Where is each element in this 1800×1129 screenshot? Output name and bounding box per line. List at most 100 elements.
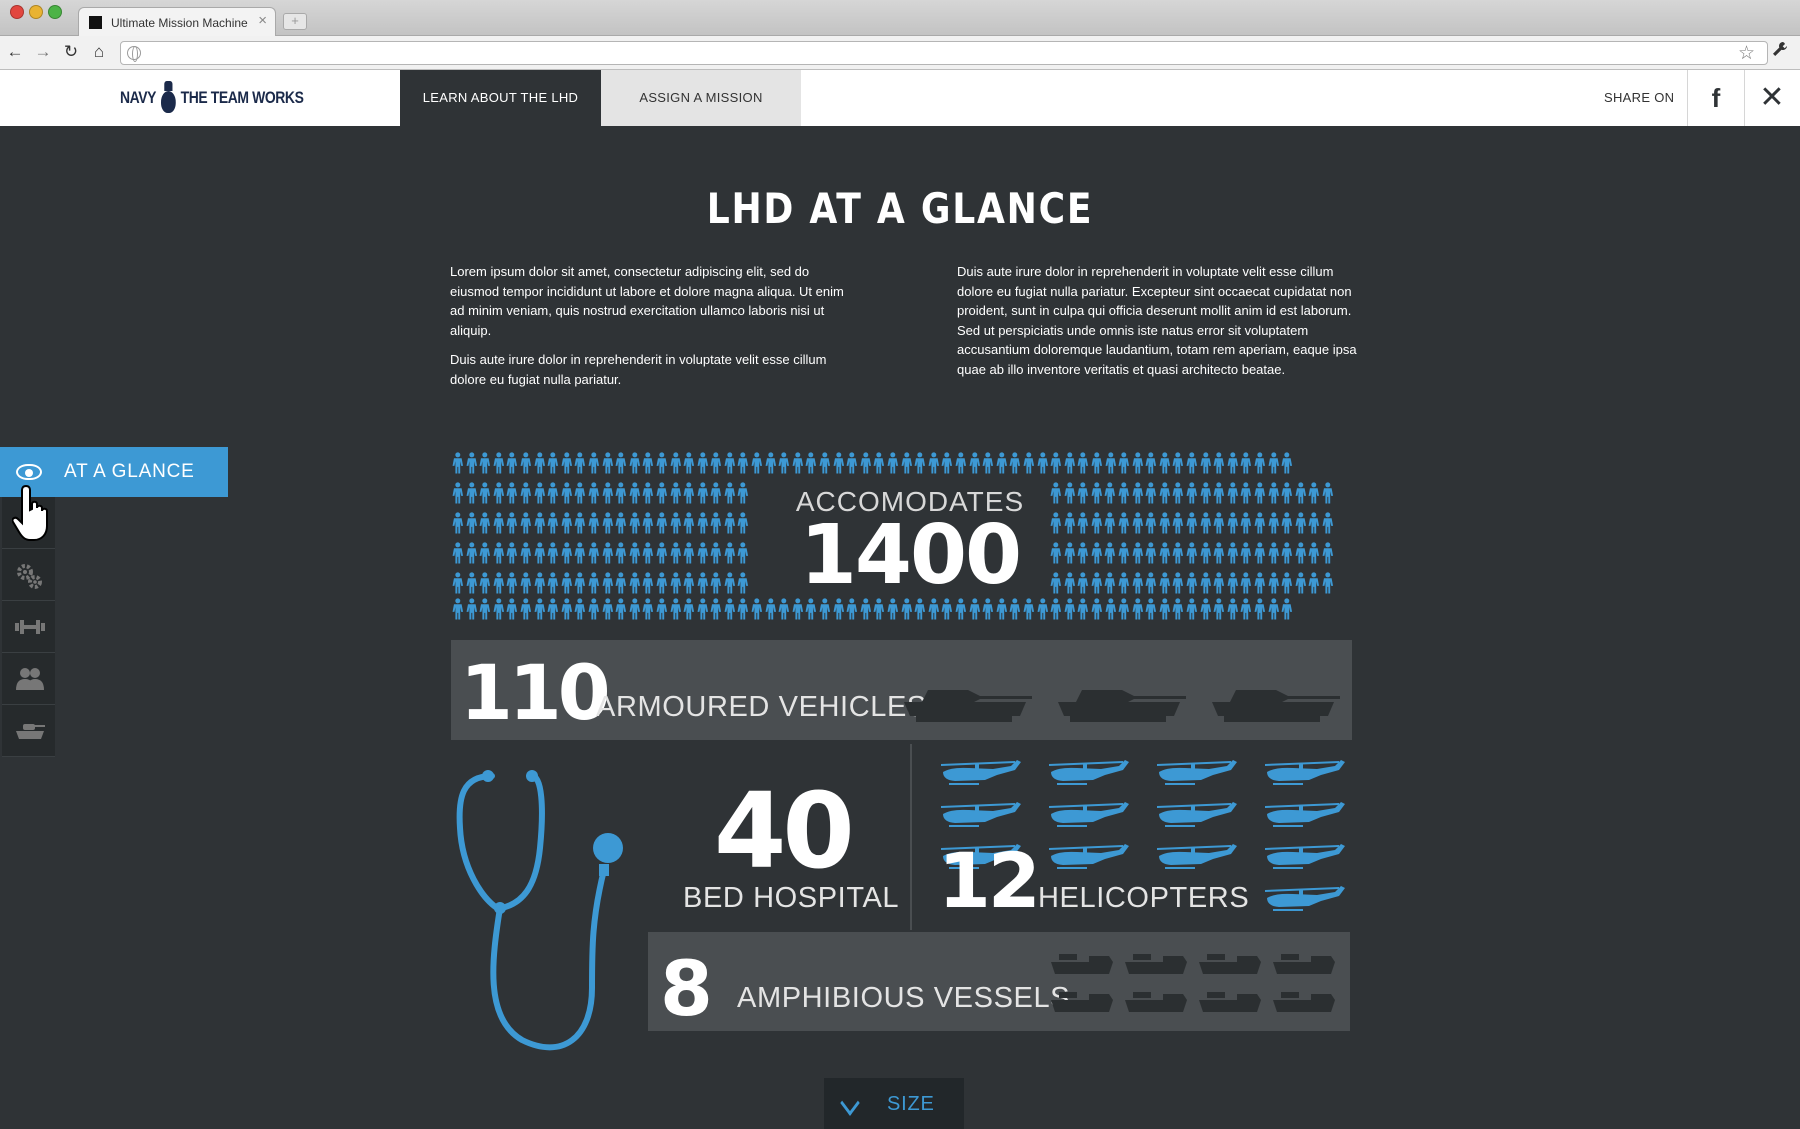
sidebar-item-vehicles[interactable] (2, 705, 55, 757)
person-icon (1240, 512, 1252, 534)
person-icon (1091, 482, 1102, 504)
person-icon (1322, 572, 1333, 594)
new-tab-button[interactable]: + (283, 13, 307, 30)
person-icon (1186, 542, 1197, 564)
person-icon (765, 452, 776, 474)
address-bar[interactable] (120, 41, 1768, 65)
browser-toolbar: ← → ↻ ⌂ (0, 36, 1800, 70)
person-icon (670, 512, 681, 534)
person-icon (520, 482, 532, 504)
person-icon (1118, 482, 1130, 504)
home-icon[interactable]: ⌂ (88, 41, 110, 63)
person-icon (520, 512, 532, 534)
amphibious-vessel-icon (1199, 992, 1261, 1012)
person-icon (588, 598, 599, 620)
person-icon (534, 452, 545, 474)
person-icon (1159, 512, 1170, 534)
person-icon (697, 542, 708, 564)
browser-tab[interactable]: Ultimate Mission Machine × (78, 7, 276, 37)
window-minimize-button[interactable] (29, 5, 43, 19)
person-icon (1037, 452, 1048, 474)
person-icon (629, 512, 640, 534)
people-row (1049, 572, 1334, 596)
person-icon (1050, 452, 1062, 474)
tab-close-icon[interactable]: × (258, 12, 267, 29)
person-icon (1281, 512, 1293, 534)
person-icon (588, 512, 599, 534)
person-icon (697, 452, 708, 474)
person-icon (520, 542, 532, 564)
bookmark-star-icon[interactable]: ☆ (1738, 42, 1755, 65)
person-icon (656, 572, 667, 594)
person-icon (1132, 452, 1143, 474)
facebook-icon[interactable]: f (1688, 70, 1744, 126)
navy-logo[interactable]: NAVY THE TEAM WORKS (120, 76, 304, 120)
person-icon (547, 542, 559, 564)
page-title: LHD AT A GLANCE (706, 184, 1094, 233)
window-close-button[interactable] (10, 5, 24, 19)
forward-arrow-icon[interactable]: → (32, 41, 54, 63)
person-icon (506, 598, 518, 620)
person-icon (602, 482, 613, 504)
sidebar-item-crew[interactable] (2, 653, 55, 705)
person-icon (1268, 542, 1279, 564)
person-icon (738, 598, 749, 620)
person-icon (1064, 572, 1075, 594)
person-icon (479, 598, 491, 620)
person-icon (670, 452, 681, 474)
size-label: SIZE (887, 1093, 935, 1115)
person-icon (1064, 542, 1075, 564)
amphibious-vessel-icon (1125, 954, 1187, 974)
person-icon (493, 542, 504, 564)
tank-silhouette-icon (1058, 690, 1186, 722)
window-zoom-button[interactable] (48, 5, 62, 19)
person-icon (683, 598, 695, 620)
sidebar-item-capability[interactable] (2, 601, 55, 653)
person-icon (860, 452, 871, 474)
person-icon (1227, 598, 1238, 620)
person-icon (1050, 598, 1062, 620)
person-icon (778, 452, 790, 474)
person-icon (941, 452, 953, 474)
person-icon (642, 512, 654, 534)
person-icon (1200, 598, 1211, 620)
person-icon (547, 512, 559, 534)
person-icon (479, 572, 491, 594)
person-icon (1009, 452, 1021, 474)
person-icon (561, 542, 572, 564)
helicopter-icon (1049, 760, 1129, 785)
back-arrow-icon[interactable]: ← (4, 41, 26, 63)
close-icon[interactable]: ✕ (1744, 70, 1800, 126)
wrench-icon[interactable] (1772, 41, 1788, 62)
logo-navy-text: NAVY (120, 88, 157, 107)
person-icon (602, 542, 613, 564)
helicopter-icon (941, 802, 1021, 827)
person-icon (506, 482, 518, 504)
person-icon (466, 572, 477, 594)
person-icon (1104, 572, 1116, 594)
vessels-value: 8 (660, 944, 713, 1033)
people-row (451, 452, 1294, 476)
person-icon (466, 598, 477, 620)
person-icon (1254, 512, 1265, 534)
tab-assign-mission[interactable]: ASSIGN A MISSION (601, 70, 801, 126)
size-section-button[interactable]: SIZE (824, 1078, 964, 1129)
chevron-down-icon (840, 1090, 860, 1116)
person-icon (1200, 542, 1211, 564)
person-icon (1200, 512, 1211, 534)
helicopter-icon (941, 760, 1021, 785)
tab-learn-about-lhd[interactable]: LEARN ABOUT THE LHD (400, 70, 601, 126)
person-icon (1281, 482, 1293, 504)
amphibious-vessel-icon (1051, 954, 1113, 974)
person-icon (1104, 542, 1116, 564)
person-icon (1091, 572, 1102, 594)
person-icon (1268, 452, 1279, 474)
reload-icon[interactable]: ↻ (60, 41, 82, 63)
person-icon (1172, 482, 1184, 504)
person-icon (1268, 482, 1279, 504)
person-icon (670, 542, 681, 564)
vehicles-label: ARMOURED VEHICLES (596, 691, 927, 723)
person-icon (1118, 512, 1130, 534)
sidebar-item-systems[interactable] (2, 549, 55, 601)
person-icon (1064, 598, 1075, 620)
